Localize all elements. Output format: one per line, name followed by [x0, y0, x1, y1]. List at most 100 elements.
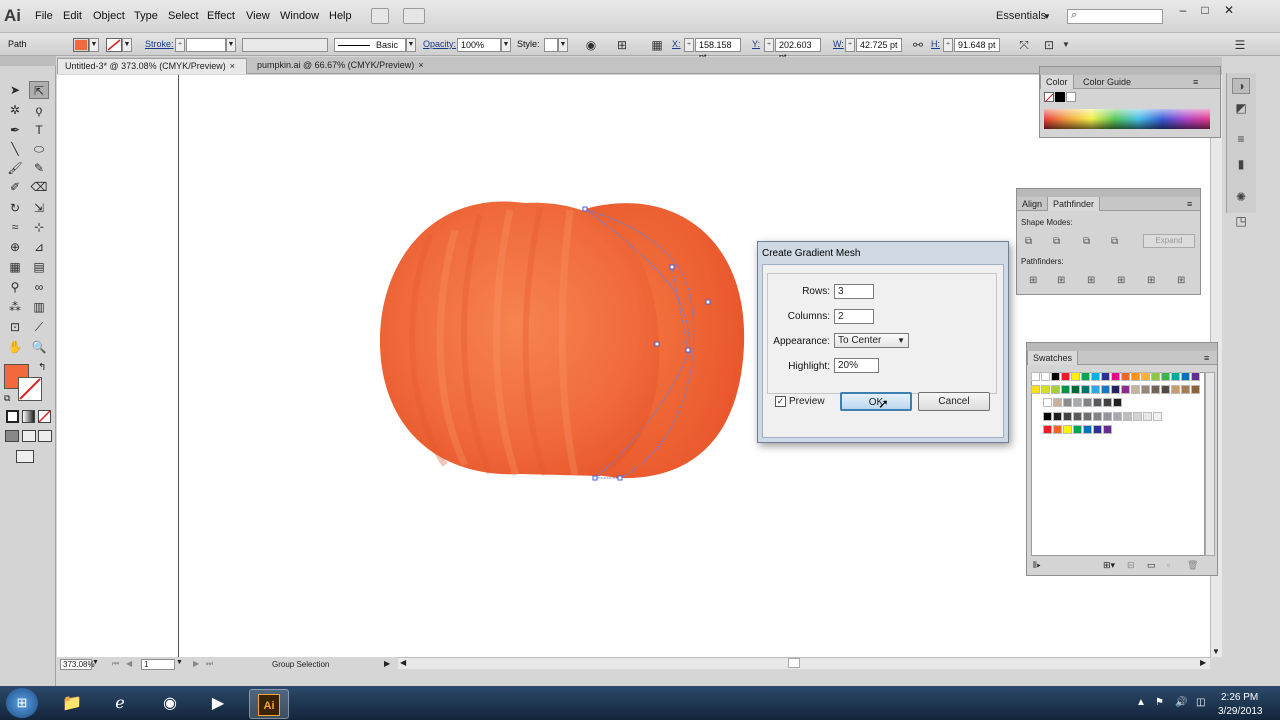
appearance-panel-icon[interactable]: ✺	[1232, 190, 1250, 206]
y-field[interactable]: 202.603 pt	[775, 38, 821, 62]
swatch-cell[interactable]	[1043, 412, 1052, 421]
pumpkin-artwork[interactable]	[370, 195, 760, 490]
stroke-swatch[interactable]	[18, 377, 42, 401]
artboard-dropdown-icon[interactable]: ▼	[176, 659, 183, 666]
menu-type[interactable]: Type	[134, 10, 158, 22]
fill-color-swatch[interactable]	[73, 38, 89, 52]
align-to-selection-icon[interactable]: ⊞	[614, 37, 630, 53]
recolor-artwork-icon[interactable]: ◉	[583, 37, 599, 53]
swatch-cell[interactable]	[1041, 385, 1050, 394]
swatch-cell[interactable]	[1053, 398, 1062, 407]
isolate-dropdown-icon[interactable]: ▼	[1058, 37, 1074, 53]
stroke-weight-field[interactable]	[186, 38, 226, 52]
swatch-cell[interactable]	[1101, 385, 1110, 394]
gradient-tool-icon[interactable]: ▤	[29, 258, 49, 276]
y-label[interactable]: Y:	[752, 39, 760, 49]
slice-tool-icon[interactable]: ⟋	[29, 318, 49, 336]
layers-panel-icon[interactable]: ◳	[1232, 214, 1250, 230]
isolate-icon[interactable]: ⊡	[1041, 37, 1057, 53]
swatch-cell[interactable]	[1043, 398, 1052, 407]
swatch-cell[interactable]	[1131, 372, 1140, 381]
swatch-cell[interactable]	[1081, 385, 1090, 394]
menu-window[interactable]: Window	[280, 10, 319, 22]
fill-dropdown[interactable]: ▼	[89, 38, 99, 52]
swatch-cell[interactable]	[1103, 412, 1112, 421]
swatch-cell[interactable]	[1053, 425, 1062, 434]
zoom-dropdown-icon[interactable]: ▼	[92, 659, 99, 666]
transform-reference-icon[interactable]: ▦	[649, 37, 665, 53]
swatch-cell[interactable]	[1051, 372, 1060, 381]
search-input[interactable]: ⌕	[1067, 9, 1163, 24]
opacity-label[interactable]: Opacity:	[423, 39, 456, 49]
swatch-cell[interactable]	[1063, 412, 1072, 421]
gradient-mode-icon[interactable]	[22, 410, 35, 423]
swatch-cell[interactable]	[1133, 412, 1142, 421]
none-mode-icon[interactable]	[38, 410, 51, 423]
direct-selection-tool-icon[interactable]: ⇱	[29, 81, 49, 99]
new-swatch-icon[interactable]: ▫	[1167, 560, 1170, 570]
swap-fill-stroke-icon[interactable]: ↰	[38, 362, 46, 373]
warp-tool-icon[interactable]: ≈	[5, 218, 25, 236]
panel-menu-icon[interactable]: ≡	[1199, 351, 1214, 365]
x-stepper[interactable]: ÷	[684, 38, 694, 52]
graphic-style-swatch[interactable]	[544, 38, 558, 52]
swatch-cell[interactable]	[1083, 398, 1092, 407]
horizontal-scrollbar[interactable]	[398, 657, 1210, 669]
w-label[interactable]: W:	[833, 39, 844, 49]
scroll-down-icon[interactable]: ▼	[1212, 647, 1220, 656]
tab-pumpkin[interactable]: pumpkin.ai @ 66.67% (CMYK/Preview) ×	[250, 58, 440, 74]
artboard-number-field[interactable]: 1	[141, 659, 175, 670]
swatch-cell[interactable]	[1121, 372, 1130, 381]
swatch-cell[interactable]	[1073, 412, 1082, 421]
preview-checkbox[interactable]: ✓	[775, 396, 786, 407]
swatch-cell[interactable]	[1143, 412, 1152, 421]
white-color-icon[interactable]	[1066, 92, 1076, 102]
swatch-cell[interactable]	[1063, 425, 1072, 434]
swatch-cell[interactable]	[1031, 385, 1040, 394]
internet-explorer-icon[interactable]: ℯ	[100, 689, 140, 719]
swatch-cell[interactable]	[1101, 372, 1110, 381]
previous-artboard-icon[interactable]: ◀	[126, 659, 132, 668]
swatch-kind-icon[interactable]: ⊞▾	[1103, 560, 1115, 571]
minimize-button[interactable]: –	[1172, 4, 1194, 18]
swatch-cell[interactable]	[1181, 372, 1190, 381]
h-field[interactable]: 91.648 pt	[954, 38, 1000, 52]
transform-icon[interactable]: ⤧	[1016, 37, 1032, 53]
swatch-cell[interactable]	[1081, 372, 1090, 381]
swatch-cell[interactable]	[1113, 412, 1122, 421]
minus-front-icon[interactable]: ⧉	[1053, 236, 1060, 247]
menu-file[interactable]: File	[35, 10, 53, 22]
swatch-cell[interactable]	[1161, 372, 1170, 381]
swatch-cell[interactable]	[1063, 398, 1072, 407]
horizontal-scroll-thumb[interactable]	[788, 658, 800, 668]
constrain-proportions-icon[interactable]: ⚯	[910, 37, 926, 53]
color-panel-icon[interactable]: ◑	[1232, 78, 1250, 94]
arrange-documents-button[interactable]	[403, 8, 425, 24]
mesh-tool-icon[interactable]: ▦	[5, 258, 25, 276]
swatch-cell[interactable]	[1083, 412, 1092, 421]
panel-grip[interactable]	[1027, 343, 1217, 351]
delete-swatch-icon[interactable]: 🗑	[1187, 560, 1198, 571]
scroll-right-icon[interactable]: ▶	[1200, 658, 1206, 667]
rows-input[interactable]: 3	[834, 284, 874, 299]
swatch-cell[interactable]	[1041, 372, 1050, 381]
pumpkin-left-lobe[interactable]	[379, 201, 660, 476]
w-stepper[interactable]: ÷	[845, 38, 855, 52]
stroke-color-swatch[interactable]	[106, 38, 122, 52]
swatch-cell[interactable]	[1061, 385, 1070, 394]
swatch-cell[interactable]	[1123, 412, 1132, 421]
firefox-icon[interactable]: ◉	[150, 689, 190, 719]
merge-icon[interactable]: ⊞	[1087, 275, 1095, 286]
divide-icon[interactable]: ⊞	[1029, 275, 1037, 286]
swatch-cell[interactable]	[1191, 385, 1200, 394]
bridge-button[interactable]	[371, 8, 389, 24]
selection-tool-icon[interactable]: ➤	[5, 81, 25, 99]
color-mode-icon[interactable]	[6, 410, 19, 423]
zoom-tool-icon[interactable]: 🔍	[29, 338, 49, 356]
swatch-cell[interactable]	[1153, 412, 1162, 421]
shape-builder-tool-icon[interactable]: ⊕	[5, 238, 25, 256]
blob-brush-tool-icon[interactable]: ✐	[5, 178, 25, 196]
swatch-cell[interactable]	[1171, 372, 1180, 381]
swatch-cell[interactable]	[1053, 412, 1062, 421]
swatch-cell[interactable]	[1141, 372, 1150, 381]
